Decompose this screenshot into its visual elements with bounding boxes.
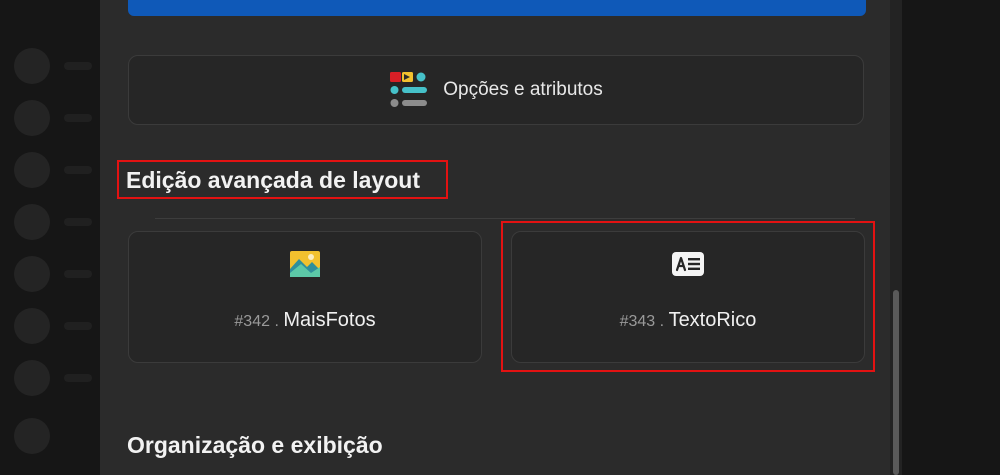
section-title-organization-display: Organização e exibição <box>127 432 383 458</box>
options-attributes-icon <box>390 72 428 107</box>
photos-icon <box>290 251 320 277</box>
background-right-area <box>902 0 1000 475</box>
sidebar-ghost-label <box>64 114 92 122</box>
sidebar-ghost-icon <box>14 152 50 188</box>
sidebar-ghost-icon <box>14 48 50 84</box>
sidebar-ghost-label <box>64 322 92 330</box>
plugin-name: MaisFotos <box>283 309 376 331</box>
sidebar-ghost-icon <box>14 100 50 136</box>
plugin-card-maisfotos[interactable]: #342 . MaisFotos <box>128 231 482 363</box>
sidebar-ghost-icon <box>14 256 50 292</box>
plugin-label: #342 . MaisFotos <box>129 309 481 332</box>
sidebar-ghost-icon <box>14 308 50 344</box>
sidebar-ghost-icon <box>14 418 50 454</box>
sidebar-ghost-label <box>64 374 92 382</box>
scrollbar-thumb[interactable] <box>893 290 899 475</box>
sidebar-ghost-icon <box>14 204 50 240</box>
sidebar-ghost-label <box>64 166 92 174</box>
options-attributes-label: Opções e atributos <box>443 79 603 100</box>
sidebar-ghost-label <box>64 218 92 226</box>
options-attributes-button[interactable]: Opções e atributos <box>128 55 864 125</box>
sidebar-ghost-label <box>64 62 92 70</box>
sidebar-ghost-label <box>64 270 92 278</box>
highlight-box <box>117 160 448 199</box>
plugin-separator: . <box>274 313 279 330</box>
highlight-box <box>501 221 875 372</box>
section-divider <box>155 218 855 219</box>
background-sidebar <box>0 0 100 475</box>
plugin-number: #342 <box>234 313 270 330</box>
primary-action-button[interactable] <box>128 0 866 16</box>
sidebar-ghost-icon <box>14 360 50 396</box>
